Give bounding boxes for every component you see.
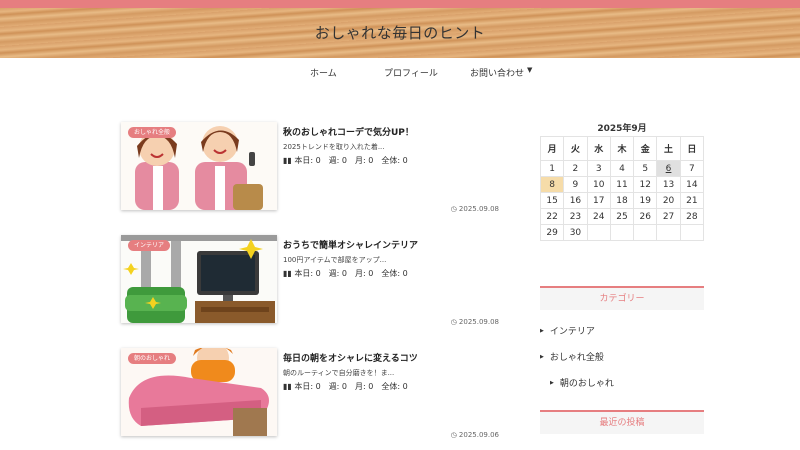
calendar-day	[586, 224, 611, 241]
calendar-week: 29 30	[539, 224, 705, 241]
clock-icon: ◷	[450, 205, 459, 213]
nav-item-contact[interactable]: お問い合わせ	[470, 66, 524, 79]
calendar-weekday: 木	[609, 136, 635, 161]
calendar-day: 15	[539, 192, 565, 209]
calendar-day[interactable]: 6	[656, 160, 681, 177]
bar-chart-icon: ▮▮	[283, 156, 295, 165]
post-date: ◷ 2025.09.08	[450, 205, 499, 213]
post-card[interactable]: おしゃれ全般 秋のおしゃれコーデで気分UP！ 2025トレンドを取り入れた着..…	[121, 122, 501, 213]
calendar-weekday: 火	[563, 136, 588, 161]
calendar-day: 14	[679, 176, 705, 193]
caret-down-icon[interactable]: ▼	[527, 66, 532, 74]
site-title[interactable]: おしゃれな毎日のヒント	[0, 22, 800, 43]
post-thumbnail[interactable]: おしゃれ全般	[121, 122, 277, 210]
calendar-weekday: 日	[679, 136, 705, 161]
post-view-stats: ▮▮ 本日: 0 週: 0 月: 0 全体: 0	[283, 156, 408, 165]
calendar-week: 1234567	[539, 160, 705, 177]
calendar-day: 25	[609, 208, 635, 225]
calendar-day: 20	[656, 192, 681, 209]
bar-chart-icon: ▮▮	[283, 382, 295, 391]
calendar-day: 13	[656, 176, 681, 193]
bar-chart-icon: ▮▮	[283, 269, 295, 278]
calendar-week: 8 9 10 11 12 13 14	[539, 176, 705, 193]
post-excerpt: 100円アイテムで部屋をアップ...	[283, 256, 387, 264]
post-view-stats: ▮▮ 本日: 0 週: 0 月: 0 全体: 0	[283, 382, 408, 391]
category-badge: インテリア	[128, 240, 171, 251]
calendar-day	[656, 224, 681, 241]
calendar-day: 8	[539, 176, 565, 193]
main-nav: ホーム プロフィール お問い合わせ ▼	[0, 66, 800, 80]
calendar-day: 23	[563, 208, 588, 225]
calendar-day: 11	[609, 176, 635, 193]
calendar-day: 5	[633, 160, 658, 177]
calendar-day: 28	[679, 208, 705, 225]
calendar-day: 22	[539, 208, 565, 225]
calendar-day: 26	[633, 208, 658, 225]
calendar-weekday: 金	[633, 136, 658, 161]
calendar-day: 21	[679, 192, 705, 209]
post-title[interactable]: おうちで簡単オシャレインテリア	[283, 238, 418, 251]
calendar-day: 17	[586, 192, 611, 209]
nav-item-profile[interactable]: プロフィール	[384, 66, 438, 79]
clock-icon: ◷	[450, 318, 459, 326]
category-link-morning[interactable]: 朝のおしゃれ	[550, 376, 614, 389]
post-date: ◷ 2025.09.08	[450, 318, 499, 326]
calendar-weekday: 土	[656, 136, 681, 161]
calendar-day: 2	[563, 160, 588, 177]
calendar: 月火水木金土日 1 2 3 4 5 6 7 8 9 10 11 12 13 14 15 16 17 18 19 20 2…	[539, 136, 705, 241]
calendar-day: 30	[563, 224, 588, 241]
recent-posts-widget-title: 最近の投稿	[540, 410, 704, 434]
calendar-day: 12	[633, 176, 658, 193]
category-link-interior[interactable]: インテリア	[540, 324, 595, 337]
calendar-day: 27	[656, 208, 681, 225]
post-card[interactable]: インテリア おうちで簡単オシャレインテリア 100円アイテムで部屋をアップ...…	[121, 235, 501, 326]
calendar-day: 9	[563, 176, 588, 193]
categories-widget-title: カテゴリー	[540, 286, 704, 310]
calendar-week: 15 16 17 18 19 20 21	[539, 192, 705, 209]
post-thumbnail[interactable]: 朝のおしゃれ	[121, 348, 277, 436]
post-title[interactable]: 秋のおしゃれコーデで気分UP！	[283, 125, 414, 138]
category-badge: おしゃれ全般	[128, 127, 177, 138]
calendar-weekdays: 月火水木金土日	[539, 136, 705, 161]
calendar-day: 1	[539, 160, 565, 177]
calendar-day: 4	[609, 160, 635, 177]
calendar-day	[679, 224, 705, 241]
clock-icon: ◷	[450, 431, 459, 439]
category-badge: 朝のおしゃれ	[128, 353, 177, 364]
category-link-fashion[interactable]: おしゃれ全般	[540, 350, 604, 363]
calendar-title: 2025年9月	[597, 124, 647, 134]
calendar-day: 29	[539, 224, 565, 241]
calendar-body: 1 2 3 4 5 6 7 8 9 10 11 12 13 14 15 16 17 18 19 20 21 22 23 24 2…	[539, 160, 705, 241]
calendar-day: 18	[609, 192, 635, 209]
post-excerpt: 2025トレンドを取り入れた着...	[283, 143, 385, 151]
top-accent-bar	[0, 0, 800, 8]
post-view-stats: ▮▮ 本日: 0 週: 0 月: 0 全体: 0	[283, 269, 408, 278]
nav-item-home[interactable]: ホーム	[310, 66, 337, 79]
calendar-day	[633, 224, 658, 241]
post-title[interactable]: 毎日の朝をオシャレに変えるコツ	[283, 351, 418, 364]
calendar-day: 3	[586, 160, 611, 177]
calendar-day: 19	[633, 192, 658, 209]
calendar-weekday: 月	[539, 136, 565, 161]
post-date: ◷ 2025.09.06	[450, 431, 499, 439]
post-excerpt: 朝のルーティンで自分磨きを！ま...	[283, 369, 395, 377]
calendar-week: 22 23 24 25 26 27 28	[539, 208, 705, 225]
calendar-day: 7	[679, 160, 705, 177]
calendar-day	[609, 224, 635, 241]
calendar-day: 16	[563, 192, 588, 209]
post-thumbnail[interactable]: インテリア	[121, 235, 277, 323]
calendar-day: 24	[586, 208, 611, 225]
calendar-weekday: 水	[586, 136, 611, 161]
post-card[interactable]: 朝のおしゃれ 毎日の朝をオシャレに変えるコツ 朝のルーティンで自分磨きを！ま..…	[121, 348, 501, 439]
calendar-day: 10	[586, 176, 611, 193]
